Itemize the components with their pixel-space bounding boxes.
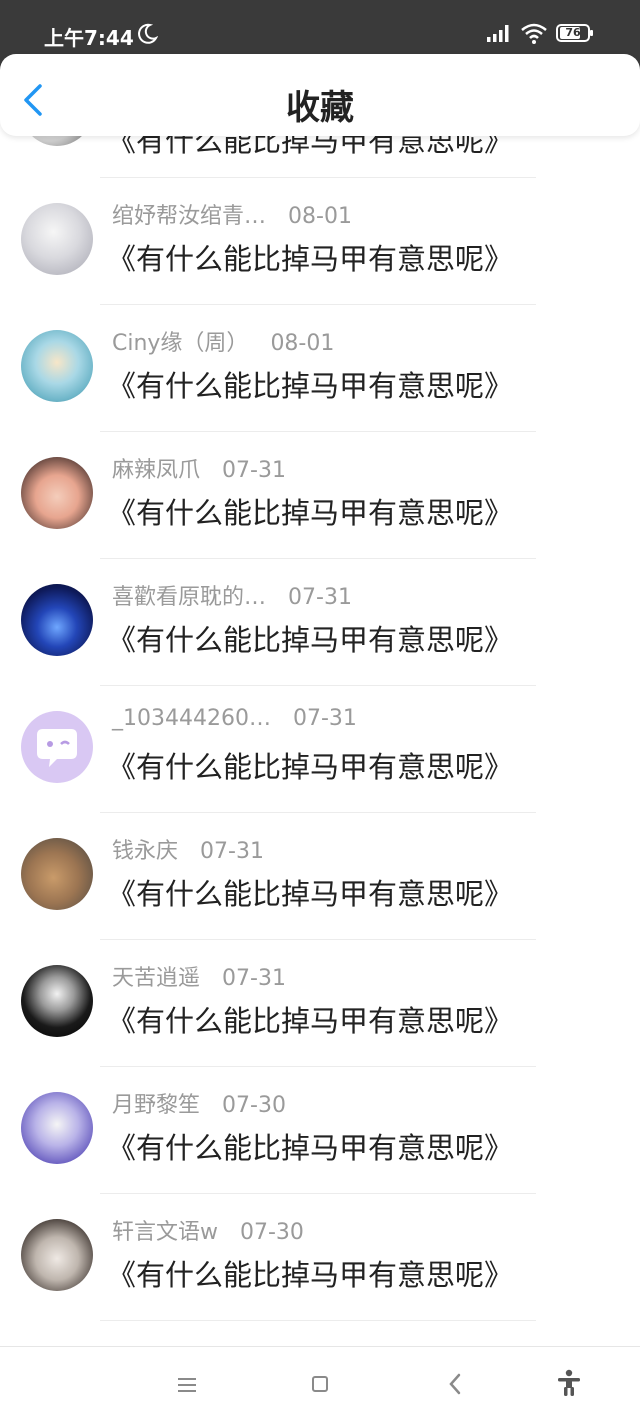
item-author: 月野黎笙 xyxy=(112,1093,201,1118)
item-title: 《有什么能比掉马甲有意思呢》 xyxy=(107,1258,514,1292)
item-title: 《有什么能比掉马甲有意思呢》 xyxy=(107,1004,514,1038)
item-author: 绾妤帮汝绾青… xyxy=(112,204,267,229)
avatar xyxy=(21,1219,93,1291)
item-title: 《有什么能比掉马甲有意思呢》 xyxy=(107,877,514,911)
item-meta: 钱永庆 07-31 xyxy=(112,833,264,865)
avatar xyxy=(21,584,93,656)
item-meta: 麻辣凤爪 07-31 xyxy=(112,452,286,484)
item-date: 07-31 xyxy=(200,839,264,864)
item-meta: 喜歡看原耽的… 07-31 xyxy=(112,579,352,611)
item-date: 07-31 xyxy=(292,706,357,731)
divider xyxy=(100,1320,536,1321)
avatar xyxy=(21,838,93,910)
list-item[interactable]: 喜歡看原耽的… 07-31 《有什么能比掉马甲有意思呢》 xyxy=(0,559,640,686)
item-title: 《有什么能比掉马甲有意思呢》 xyxy=(107,496,514,530)
avatar xyxy=(21,1092,93,1164)
item-date: 08-01 xyxy=(288,204,352,229)
item-date: 08-01 xyxy=(270,331,335,356)
item-author: 钱永庆 xyxy=(112,839,179,864)
list-item[interactable]: 绾妤帮汝绾青… 08-01 《有什么能比掉马甲有意思呢》 xyxy=(0,178,640,305)
avatar xyxy=(21,965,93,1037)
battery-icon: 76 xyxy=(556,24,593,42)
item-date: 07-31 xyxy=(222,458,286,483)
item-date: 07-31 xyxy=(222,966,286,991)
item-title: 《有什么能比掉马甲有意思呢》 xyxy=(107,1131,514,1165)
avatar xyxy=(21,711,93,783)
list-item[interactable]: 钱永庆 07-31 《有什么能比掉马甲有意思呢》 xyxy=(0,813,640,940)
item-author: _103444260… xyxy=(112,706,271,731)
avatar xyxy=(21,457,93,529)
item-date: 07-30 xyxy=(240,1220,304,1245)
item-meta: 轩言文语w 07-30 xyxy=(112,1214,304,1246)
app-header: 收藏 xyxy=(0,54,640,136)
moon-icon xyxy=(138,23,158,44)
item-title: 《有什么能比掉马甲有意思呢》 xyxy=(107,750,514,784)
status-time: 上午7:44 xyxy=(44,26,134,50)
home-icon[interactable] xyxy=(312,1376,328,1392)
item-author: Ciny缘（周） xyxy=(112,331,249,356)
item-author: 天苦逍遥 xyxy=(112,966,201,991)
signal-icon xyxy=(487,25,509,42)
item-author: 轩言文语w xyxy=(112,1220,218,1245)
wifi-icon xyxy=(521,23,547,44)
accessibility-icon[interactable] xyxy=(556,1369,582,1397)
nav-back-icon[interactable] xyxy=(446,1373,464,1395)
menu-icon[interactable] xyxy=(177,1377,197,1393)
item-date: 07-30 xyxy=(222,1093,286,1118)
chat-bubble-icon xyxy=(37,729,77,767)
item-meta: _103444260… 07-31 xyxy=(112,706,357,731)
system-nav-bar xyxy=(0,1346,640,1423)
item-title: 《有什么能比掉马甲有意思呢》 xyxy=(107,623,514,657)
item-meta: 月野黎笙 07-30 xyxy=(112,1087,286,1119)
page-title: 收藏 xyxy=(286,88,354,128)
list-item[interactable]: 天苦逍遥 07-31 《有什么能比掉马甲有意思呢》 xyxy=(0,940,640,1067)
list-item[interactable]: 麻辣凤爪 07-31 《有什么能比掉马甲有意思呢》 xyxy=(0,432,640,559)
list-item[interactable]: 月野黎笙 07-30 《有什么能比掉马甲有意思呢》 xyxy=(0,1067,640,1194)
battery-text: 76 xyxy=(565,26,581,39)
avatar xyxy=(21,203,93,275)
item-meta: 天苦逍遥 07-31 xyxy=(112,960,286,992)
list-item[interactable]: Ciny缘（周） 08-01 《有什么能比掉马甲有意思呢》 xyxy=(0,305,640,432)
item-meta: 绾妤帮汝绾青… 08-01 xyxy=(112,198,352,230)
item-title: 《有什么能比掉马甲有意思呢》 xyxy=(107,242,514,276)
item-title: 《有什么能比掉马甲有意思呢》 xyxy=(107,369,514,403)
item-meta: Ciny缘（周） 08-01 xyxy=(112,325,334,357)
item-date: 07-31 xyxy=(288,585,352,610)
item-author: 喜歡看原耽的… xyxy=(112,585,267,610)
avatar xyxy=(21,330,93,402)
list-item[interactable]: 轩言文语w 07-30 《有什么能比掉马甲有意思呢》 xyxy=(0,1194,640,1321)
item-author: 麻辣凤爪 xyxy=(112,458,201,483)
list-item[interactable]: _103444260… 07-31 《有什么能比掉马甲有意思呢》 xyxy=(0,686,640,813)
